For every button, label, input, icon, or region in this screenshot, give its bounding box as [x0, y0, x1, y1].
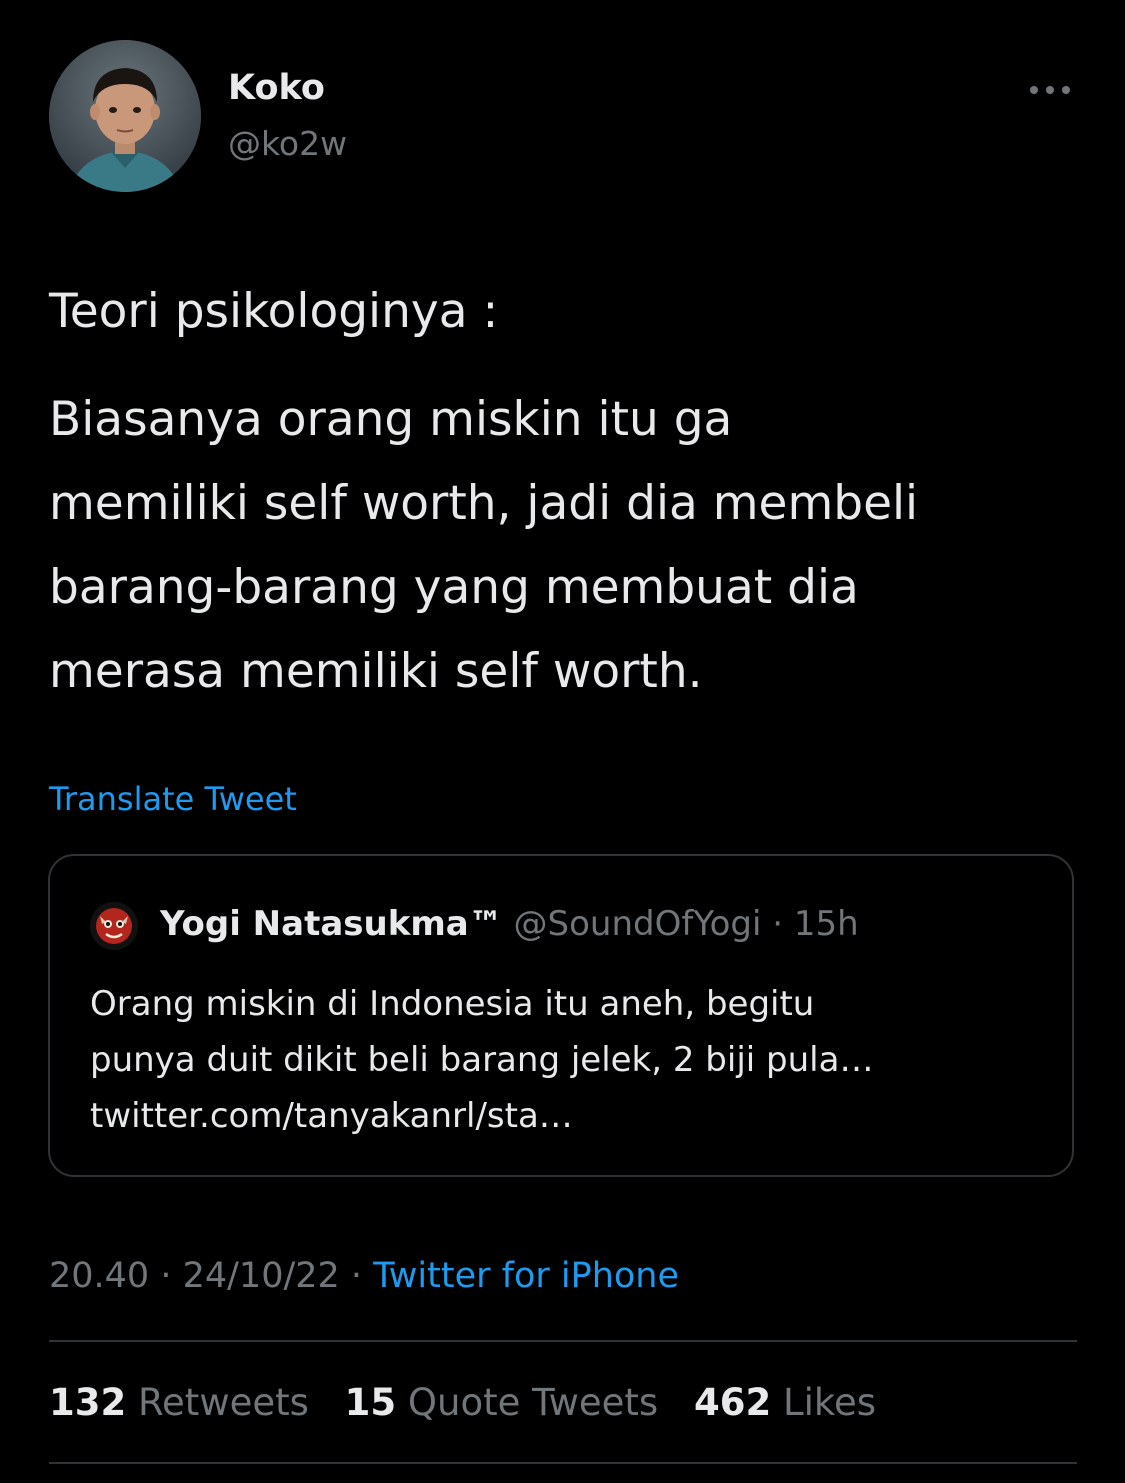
- tweet-line: Teori psikologinya :: [49, 284, 499, 339]
- quote-author-handle: @SoundOfYogi: [513, 904, 762, 944]
- red-mascot-avatar: [90, 902, 138, 950]
- likes-count: 462: [693, 1381, 772, 1424]
- retweets-stat[interactable]: 132 Retweets: [49, 1381, 309, 1424]
- quote-author-avatar: [90, 902, 138, 950]
- tweet-time: 20.40: [49, 1256, 150, 1296]
- tweet-source-link[interactable]: Twitter for iPhone: [373, 1256, 679, 1296]
- quote-tweets-count: 15: [344, 1381, 397, 1424]
- tweet-text: Teori psikologinya : Biasanya orang misk…: [49, 270, 1089, 714]
- author-display-name[interactable]: Koko: [228, 68, 325, 108]
- likes-stat[interactable]: 462 Likes: [694, 1381, 876, 1424]
- quote-separator: ·: [761, 904, 794, 944]
- meta-separator: ·: [339, 1256, 374, 1296]
- quote-header: Yogi Natasukma™ @SoundOfYogi · 15h: [160, 904, 859, 944]
- likes-label: Likes: [782, 1381, 877, 1424]
- quote-tweets-label: Quote Tweets: [407, 1381, 659, 1424]
- tweet-line: memiliki self worth, jadi dia membeli: [49, 476, 919, 531]
- divider: [49, 1462, 1077, 1464]
- quote-tweets-stat[interactable]: 15 Quote Tweets: [345, 1381, 659, 1424]
- quote-line: punya duit dikit beli barang jelek, 2 bi…: [90, 1040, 874, 1080]
- quote-line: twitter.com/tanyakanrl/sta…: [90, 1096, 573, 1136]
- quote-text: Orang miskin di Indonesia itu aneh, begi…: [90, 976, 1050, 1144]
- quote-author-name: Yogi Natasukma™: [160, 904, 503, 944]
- tweet-stats-row: 132 Retweets 15 Quote Tweets 462 Likes: [49, 1381, 900, 1424]
- tweet-date: 24/10/22: [182, 1256, 340, 1296]
- tweet-line: merasa memiliki self worth.: [49, 644, 703, 699]
- retweets-count: 132: [49, 1381, 127, 1424]
- tweet-line: Biasanya orang miskin itu ga: [49, 392, 733, 447]
- author-avatar[interactable]: [49, 40, 201, 192]
- quote-time: 15h: [793, 904, 859, 944]
- tweet-meta-row: 20.40 · 24/10/22 · Twitter for iPhone: [49, 1256, 679, 1296]
- meta-separator: ·: [149, 1256, 183, 1296]
- author-handle[interactable]: @ko2w: [228, 124, 347, 163]
- more-horizontal-icon[interactable]: [1024, 74, 1076, 106]
- divider: [49, 1340, 1077, 1342]
- quote-line: Orang miskin di Indonesia itu aneh, begi…: [90, 984, 815, 1024]
- profile-photo-avatar: [49, 40, 201, 192]
- retweets-label: Retweets: [138, 1381, 309, 1424]
- tweet-line: barang-barang yang membuat dia: [49, 560, 859, 615]
- translate-tweet-link[interactable]: Translate Tweet: [49, 780, 297, 818]
